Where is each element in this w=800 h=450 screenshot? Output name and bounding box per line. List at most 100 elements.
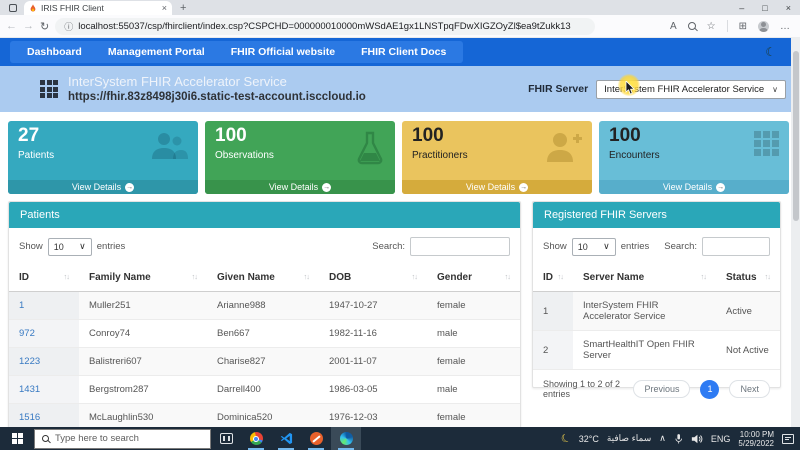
current-page-button[interactable]: 1 bbox=[700, 380, 719, 399]
page-scrollbar[interactable] bbox=[791, 37, 800, 427]
gender-cell: male bbox=[427, 376, 520, 404]
show-label: Show bbox=[543, 241, 567, 252]
server-name-cell: InterSystem FHIR Accelerator Service bbox=[573, 292, 716, 331]
observations-view-details[interactable]: View Details→ bbox=[205, 180, 395, 194]
col-given-name[interactable]: Given Name↑↓ bbox=[207, 264, 319, 292]
language-indicator[interactable]: ENG bbox=[711, 434, 731, 444]
encounters-view-details[interactable]: View Details→ bbox=[599, 180, 789, 194]
zoom-icon[interactable] bbox=[688, 22, 696, 30]
back-button[interactable]: ← bbox=[6, 20, 17, 32]
tab-actions-button[interactable] bbox=[6, 2, 20, 14]
iris-icon bbox=[310, 432, 323, 445]
action-center-icon[interactable] bbox=[782, 434, 794, 444]
maximize-button[interactable]: □ bbox=[753, 3, 776, 13]
previous-page-button[interactable]: Previous bbox=[633, 380, 690, 398]
next-page-button[interactable]: Next bbox=[729, 380, 770, 398]
tray-expand-icon[interactable]: ∧ bbox=[659, 433, 666, 444]
nav-item-fhir-client-docs[interactable]: FHIR Client Docs bbox=[348, 46, 459, 58]
patient-id-link[interactable]: 972 bbox=[19, 328, 35, 339]
dark-mode-moon-icon[interactable]: ☾ bbox=[765, 45, 776, 59]
iris-taskbar-button[interactable] bbox=[301, 427, 331, 450]
chrome-taskbar-button[interactable] bbox=[241, 427, 271, 450]
dob-cell: 1947-10-27 bbox=[319, 292, 427, 320]
site-info-icon[interactable]: ⓘ bbox=[64, 20, 73, 33]
address-bar[interactable]: ⓘ localhost:55037/csp/fhirclient/index.c… bbox=[55, 18, 595, 35]
nav-item-management-portal[interactable]: Management Portal bbox=[95, 46, 218, 58]
col-id[interactable]: ID↑↓ bbox=[533, 264, 573, 292]
table-row: 1 InterSystem FHIR Accelerator Service A… bbox=[533, 292, 780, 331]
sort-icon: ↑↓ bbox=[765, 272, 771, 281]
col-server-name[interactable]: Server Name↑↓ bbox=[573, 264, 716, 292]
tab-title: IRIS FHIR Client bbox=[41, 3, 158, 13]
forward-button[interactable]: → bbox=[23, 20, 34, 32]
page-size-select[interactable]: 10∨ bbox=[572, 238, 616, 256]
patients-panel-title: Patients bbox=[9, 202, 520, 228]
favicon-flame-icon bbox=[29, 3, 37, 13]
start-button[interactable] bbox=[0, 427, 34, 450]
edge-taskbar-button[interactable] bbox=[331, 427, 361, 450]
service-url: https://fhir.83z8498j30i6.static-test-ac… bbox=[68, 90, 366, 104]
servers-search-input[interactable] bbox=[702, 237, 770, 256]
microphone-icon[interactable] bbox=[674, 433, 683, 445]
weather-temp[interactable]: 32°C bbox=[579, 434, 599, 444]
page-size-select[interactable]: 10∨ bbox=[48, 238, 92, 256]
arrow-circle-icon: → bbox=[322, 183, 331, 192]
browser-toolbar: ← → ↻ ⓘ localhost:55037/csp/fhirclient/i… bbox=[0, 15, 800, 38]
tab-close-icon[interactable]: × bbox=[162, 3, 167, 13]
speaker-icon[interactable] bbox=[691, 433, 703, 445]
nav-item-fhir-official-website[interactable]: FHIR Official website bbox=[218, 46, 348, 58]
given-name-cell: Ben667 bbox=[207, 320, 319, 348]
table-header-row: ID↑↓ Server Name↑↓ Status↑↓ bbox=[533, 264, 780, 292]
entries-label: entries bbox=[97, 241, 126, 252]
nav-item-dashboard[interactable]: Dashboard bbox=[14, 46, 95, 58]
entries-label: entries bbox=[621, 241, 650, 252]
profile-avatar[interactable] bbox=[758, 21, 769, 32]
people-icon bbox=[148, 131, 188, 161]
person-plus-icon bbox=[542, 131, 582, 163]
favorites-icon[interactable]: ☆ bbox=[707, 21, 716, 32]
collections-icon[interactable]: ⊞ bbox=[739, 21, 747, 32]
scrollbar-thumb[interactable] bbox=[793, 51, 799, 221]
browser-tab[interactable]: IRIS FHIR Client × bbox=[24, 1, 172, 15]
sort-icon: ↑↓ bbox=[412, 272, 418, 281]
server-id-cell: 2 bbox=[533, 331, 573, 370]
chrome-icon bbox=[250, 432, 263, 445]
sort-icon: ↑↓ bbox=[558, 272, 564, 281]
nav-links: Dashboard Management Portal FHIR Officia… bbox=[10, 41, 463, 63]
refresh-button[interactable]: ↻ bbox=[40, 20, 49, 33]
col-dob[interactable]: DOB↑↓ bbox=[319, 264, 427, 292]
close-button[interactable]: × bbox=[777, 3, 800, 13]
taskbar-clock[interactable]: 10:00 PM 5/29/2022 bbox=[738, 430, 774, 448]
patient-id-link[interactable]: 1516 bbox=[19, 412, 40, 423]
chevron-down-icon: ∨ bbox=[772, 85, 778, 94]
col-id[interactable]: ID↑↓ bbox=[9, 264, 79, 292]
col-family-name[interactable]: Family Name↑↓ bbox=[79, 264, 207, 292]
window-controls: – □ × bbox=[730, 1, 800, 15]
col-status[interactable]: Status↑↓ bbox=[716, 264, 780, 292]
sort-icon: ↑↓ bbox=[192, 272, 198, 281]
read-aloud-icon[interactable]: A bbox=[670, 21, 677, 32]
minimize-button[interactable]: – bbox=[730, 3, 753, 13]
patients-view-details[interactable]: View Details→ bbox=[8, 180, 198, 194]
vscode-taskbar-button[interactable] bbox=[271, 427, 301, 450]
table-row: 1223 Balistreri607 Charise827 2001-11-07… bbox=[9, 348, 520, 376]
dob-cell: 1982-11-16 bbox=[319, 320, 427, 348]
gender-cell: female bbox=[427, 404, 520, 429]
server-status-cell: Not Active bbox=[716, 331, 780, 370]
settings-menu-icon[interactable]: … bbox=[780, 21, 790, 32]
task-view-button[interactable] bbox=[211, 427, 241, 450]
chevron-down-icon: ∨ bbox=[79, 241, 86, 252]
col-gender[interactable]: Gender↑↓ bbox=[427, 264, 520, 292]
patients-search-input[interactable] bbox=[410, 237, 510, 256]
patient-id-link[interactable]: 1223 bbox=[19, 356, 40, 367]
weather-moon-icon: ☾ bbox=[559, 431, 573, 447]
practitioners-view-details[interactable]: View Details→ bbox=[402, 180, 592, 194]
toolbar-icons: A ☆ ⊞ … bbox=[670, 20, 794, 32]
clock-time: 10:00 PM bbox=[738, 430, 774, 439]
taskbar-search[interactable]: Type here to search bbox=[34, 429, 211, 449]
patient-id-link[interactable]: 1 bbox=[19, 300, 24, 311]
patient-id-link[interactable]: 1431 bbox=[19, 384, 40, 395]
weather-desc[interactable]: سماء صافية bbox=[607, 433, 651, 444]
new-tab-button[interactable]: + bbox=[172, 1, 194, 15]
pagination: Previous 1 Next bbox=[633, 380, 770, 399]
